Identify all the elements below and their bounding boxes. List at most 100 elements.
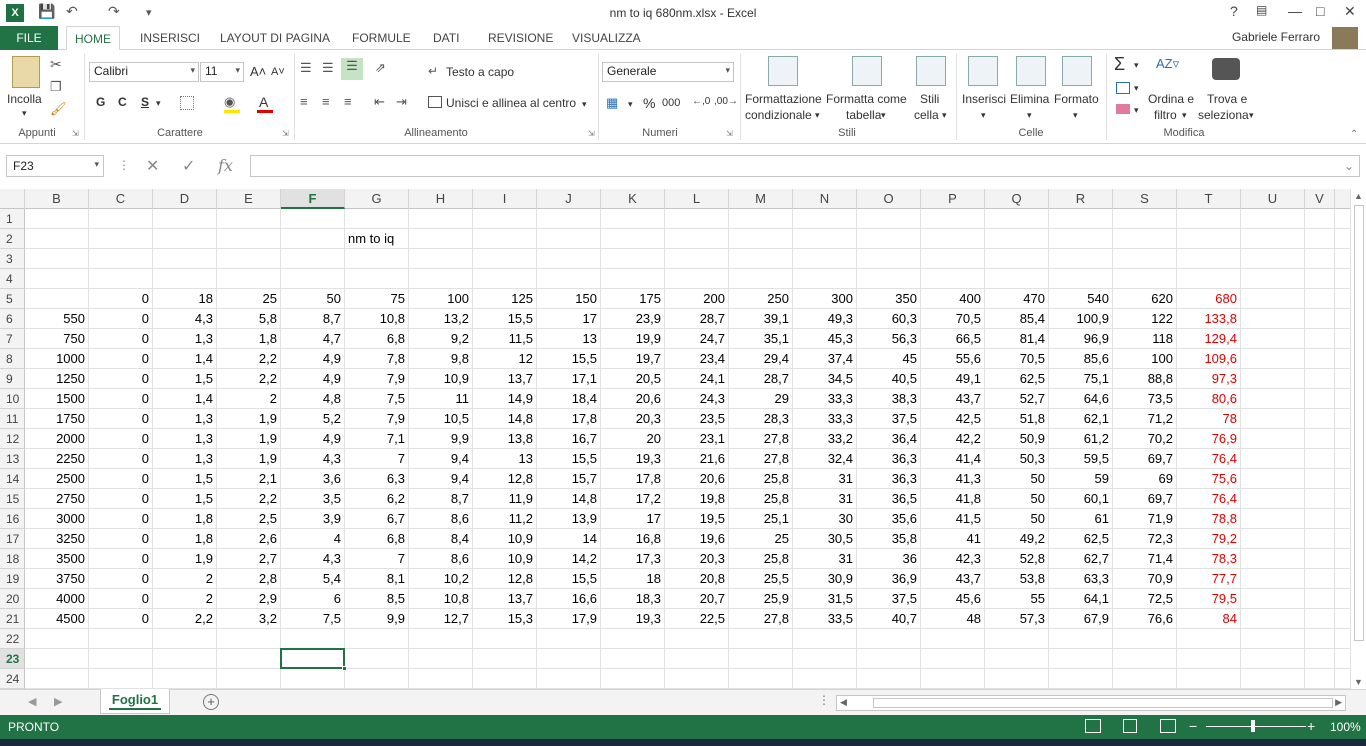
cell[interactable]: 45	[857, 349, 921, 369]
cell[interactable]: 3250	[25, 529, 89, 549]
cell[interactable]: 2,9	[217, 589, 281, 609]
cell[interactable]: 23,4	[665, 349, 729, 369]
cell[interactable]	[89, 269, 153, 289]
cell[interactable]	[1305, 289, 1335, 309]
cell[interactable]: 64,6	[1049, 389, 1113, 409]
column-header[interactable]: B	[25, 189, 89, 209]
column-header[interactable]: P	[921, 189, 985, 209]
paste-dropdown-icon[interactable]: ▾	[22, 108, 27, 119]
cell[interactable]: 550	[25, 309, 89, 329]
format-dropdown-icon[interactable]: ▾	[1073, 110, 1078, 121]
cell[interactable]: 18,3	[601, 589, 665, 609]
cell[interactable]	[1113, 249, 1177, 269]
cell[interactable]: 75	[345, 289, 409, 309]
cell[interactable]: 62,5	[985, 369, 1049, 389]
column-header[interactable]: N	[793, 189, 857, 209]
cell[interactable]: 17,8	[537, 409, 601, 429]
cell[interactable]: 1250	[25, 369, 89, 389]
cell[interactable]: 7,8	[345, 349, 409, 369]
cell[interactable]	[601, 629, 665, 649]
cell[interactable]: 4000	[25, 589, 89, 609]
cell[interactable]	[1241, 229, 1305, 249]
cell[interactable]: 0	[89, 469, 153, 489]
wrap-text-button[interactable]: Testo a capo	[446, 65, 514, 79]
cell[interactable]	[1241, 349, 1305, 369]
cell[interactable]	[1049, 629, 1113, 649]
delete-cells-icon[interactable]	[1016, 56, 1046, 86]
cell[interactable]: 51,8	[985, 409, 1049, 429]
cell[interactable]	[1305, 629, 1335, 649]
cell[interactable]: 36,3	[857, 469, 921, 489]
cell[interactable]	[1241, 609, 1305, 629]
autosum-icon[interactable]: Σ	[1114, 54, 1125, 75]
cell[interactable]: 40,5	[857, 369, 921, 389]
cell[interactable]: 73,5	[1113, 389, 1177, 409]
cell[interactable]: 7	[345, 549, 409, 569]
cell[interactable]	[473, 649, 537, 669]
cell[interactable]: 55	[985, 589, 1049, 609]
cell[interactable]	[1177, 649, 1241, 669]
cell[interactable]	[1241, 529, 1305, 549]
cell[interactable]: 3750	[25, 569, 89, 589]
font-launcher-icon[interactable]: ⇲	[282, 129, 289, 138]
cell[interactable]: 14,9	[473, 389, 537, 409]
cell[interactable]: 17,3	[601, 549, 665, 569]
cell[interactable]: 12	[473, 349, 537, 369]
cell[interactable]	[1177, 209, 1241, 229]
prev-sheet-icon[interactable]: ◀	[28, 695, 36, 708]
cell[interactable]	[1241, 269, 1305, 289]
cell[interactable]: 12,8	[473, 569, 537, 589]
cell[interactable]: 34,5	[793, 369, 857, 389]
cell[interactable]: 1000	[25, 349, 89, 369]
column-header[interactable]: L	[665, 189, 729, 209]
cell[interactable]: 71,9	[1113, 509, 1177, 529]
insert-dropdown-icon[interactable]: ▾	[981, 110, 986, 121]
cell[interactable]	[473, 209, 537, 229]
cell[interactable]	[345, 669, 409, 689]
cell[interactable]	[1241, 469, 1305, 489]
cell[interactable]: 14	[537, 529, 601, 549]
increase-indent-icon[interactable]: ⇥	[396, 94, 407, 110]
collapse-ribbon-icon[interactable]: ⌃	[1350, 129, 1358, 140]
cell[interactable]	[217, 649, 281, 669]
cell-styles-dropdown-icon[interactable]: ▾	[942, 110, 947, 121]
cell-styles-button[interactable]: Stili	[920, 92, 939, 106]
cell[interactable]: 200	[665, 289, 729, 309]
cell[interactable]: 76,4	[1177, 489, 1241, 509]
cell[interactable]: 41	[921, 529, 985, 549]
cell[interactable]	[857, 209, 921, 229]
paste-icon[interactable]	[12, 56, 40, 88]
row-header[interactable]: 18	[0, 549, 25, 569]
cell[interactable]: 2,1	[217, 469, 281, 489]
cell[interactable]: 19,8	[665, 489, 729, 509]
cell[interactable]	[1241, 569, 1305, 589]
cell[interactable]: 6	[281, 589, 345, 609]
insert-cells-button[interactable]: Inserisci	[962, 92, 1006, 106]
insert-function-icon[interactable]: fx	[218, 156, 233, 175]
cell[interactable]	[537, 629, 601, 649]
cell[interactable]: 17,8	[601, 469, 665, 489]
cell[interactable]: 27,8	[729, 449, 793, 469]
cell[interactable]	[473, 229, 537, 249]
clipboard-launcher-icon[interactable]: ⇲	[72, 129, 79, 138]
cell[interactable]	[345, 649, 409, 669]
cell[interactable]	[1305, 529, 1335, 549]
cell[interactable]: 43,7	[921, 569, 985, 589]
cell[interactable]: 25,8	[729, 469, 793, 489]
cell[interactable]	[281, 629, 345, 649]
cell[interactable]: 61,2	[1049, 429, 1113, 449]
number-launcher-icon[interactable]: ⇲	[726, 129, 733, 138]
cell[interactable]	[665, 249, 729, 269]
cell[interactable]	[921, 649, 985, 669]
cell[interactable]: 16,6	[537, 589, 601, 609]
normal-view-icon[interactable]	[1085, 719, 1101, 733]
cell[interactable]: 7,1	[345, 429, 409, 449]
cell[interactable]: 20,6	[665, 469, 729, 489]
cell[interactable]: 17,1	[537, 369, 601, 389]
cell[interactable]	[1305, 429, 1335, 449]
cell[interactable]: 35,6	[857, 509, 921, 529]
cell[interactable]: 540	[1049, 289, 1113, 309]
cell[interactable]: 27,8	[729, 609, 793, 629]
cell[interactable]	[25, 289, 89, 309]
merge-center-button[interactable]: Unisci e allinea al centro	[446, 96, 576, 110]
